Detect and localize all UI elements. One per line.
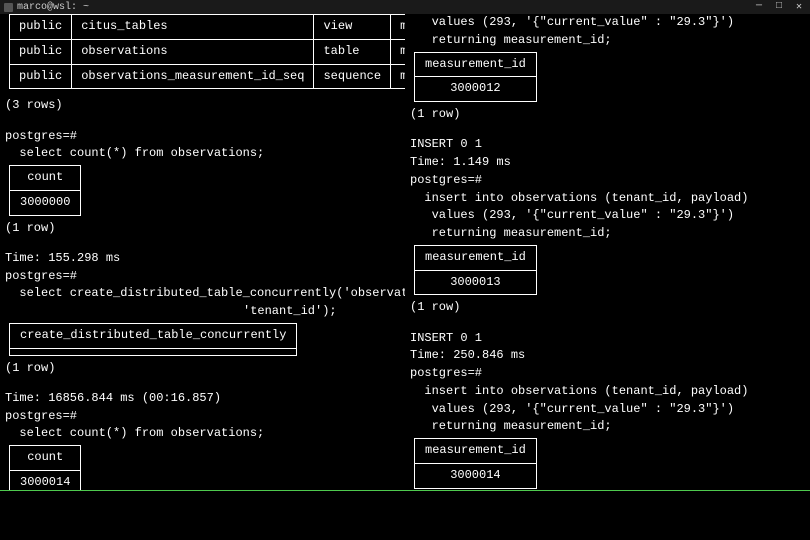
sql-query: values (293, '{"current_value" : "29.3"}… <box>410 14 805 32</box>
insert-result: INSERT 0 1 <box>410 330 805 348</box>
sql-query: values (293, '{"current_value" : "29.3"}… <box>410 401 805 419</box>
psql-prompt: postgres=# <box>410 365 805 383</box>
column-header: count <box>10 446 81 471</box>
column-header: measurement_id <box>415 245 537 270</box>
sql-query: select count(*) from observations; <box>5 425 400 443</box>
sql-query-cont: 'tenant_id'); <box>5 303 400 321</box>
psql-prompt: postgres=# <box>5 128 400 146</box>
table-row: public citus_tables view marco <box>10 15 406 40</box>
sql-query: returning measurement_id; <box>410 225 805 243</box>
insert-result: INSERT 0 1 <box>410 136 805 154</box>
count-result-2: count 3000014 <box>9 445 81 490</box>
result-value: 3000014 <box>415 463 537 488</box>
count-result-1: count 3000000 <box>9 165 81 216</box>
column-header: measurement_id <box>415 52 537 77</box>
schema-list-table: public citus_tables view marco public ob… <box>9 14 405 89</box>
result-value: 3000014 <box>10 470 81 490</box>
table-row: public observations table marco <box>10 39 406 64</box>
timing: Time: 155.298 ms <box>5 250 400 268</box>
window-title: marco@wsl: ~ <box>17 2 89 13</box>
minimize-button[interactable]: ─ <box>756 1 762 13</box>
result-value <box>10 348 297 355</box>
result-value: 3000012 <box>415 77 537 102</box>
title-bar: marco@wsl: ~ ─ □ ✕ <box>0 0 810 14</box>
psql-prompt: postgres=# <box>5 408 400 426</box>
result-value: 3000013 <box>415 270 537 295</box>
row-count: (1 row) <box>5 220 400 238</box>
measurement-result-1: measurement_id 3000012 <box>414 52 537 103</box>
row-count: (1 row) <box>5 360 400 378</box>
close-button[interactable]: ✕ <box>796 1 802 13</box>
psql-prompt: postgres=# <box>410 172 805 190</box>
timing: Time: 1.149 ms <box>410 154 805 172</box>
window-controls: ─ □ ✕ <box>756 1 808 13</box>
sql-query: returning measurement_id; <box>410 32 805 50</box>
timing: Time: 16856.844 ms (00:16.857) <box>5 390 400 408</box>
sql-query: returning measurement_id; <box>410 418 805 436</box>
timing: Time: 250.846 ms <box>410 347 805 365</box>
column-header: count <box>10 166 81 191</box>
sql-query: select create_distributed_table_concurre… <box>5 285 400 303</box>
row-count: (1 row) <box>410 106 805 124</box>
maximize-button[interactable]: □ <box>776 1 782 13</box>
terminal-panes: public citus_tables view marco public ob… <box>0 14 810 490</box>
table-row: public observations_measurement_id_seq s… <box>10 64 406 89</box>
column-header: measurement_id <box>415 439 537 464</box>
result-value: 3000000 <box>10 190 81 215</box>
sql-query: values (293, '{"current_value" : "29.3"}… <box>410 207 805 225</box>
row-count: (3 rows) <box>5 97 400 115</box>
psql-prompt: postgres=# <box>5 268 400 286</box>
measurement-result-3: measurement_id 3000014 <box>414 438 537 489</box>
column-header: create_distributed_table_concurrently <box>10 323 297 348</box>
cdtc-result: create_distributed_table_concurrently <box>9 323 297 356</box>
row-count: (1 row) <box>410 299 805 317</box>
bottom-padding <box>0 491 810 539</box>
left-pane[interactable]: public citus_tables view marco public ob… <box>0 14 405 490</box>
sql-query: select count(*) from observations; <box>5 145 400 163</box>
sql-query: insert into observations (tenant_id, pay… <box>410 190 805 208</box>
right-pane[interactable]: values (293, '{"current_value" : "29.3"}… <box>405 14 810 490</box>
app-icon <box>4 3 13 12</box>
sql-query: insert into observations (tenant_id, pay… <box>410 383 805 401</box>
measurement-result-2: measurement_id 3000013 <box>414 245 537 296</box>
